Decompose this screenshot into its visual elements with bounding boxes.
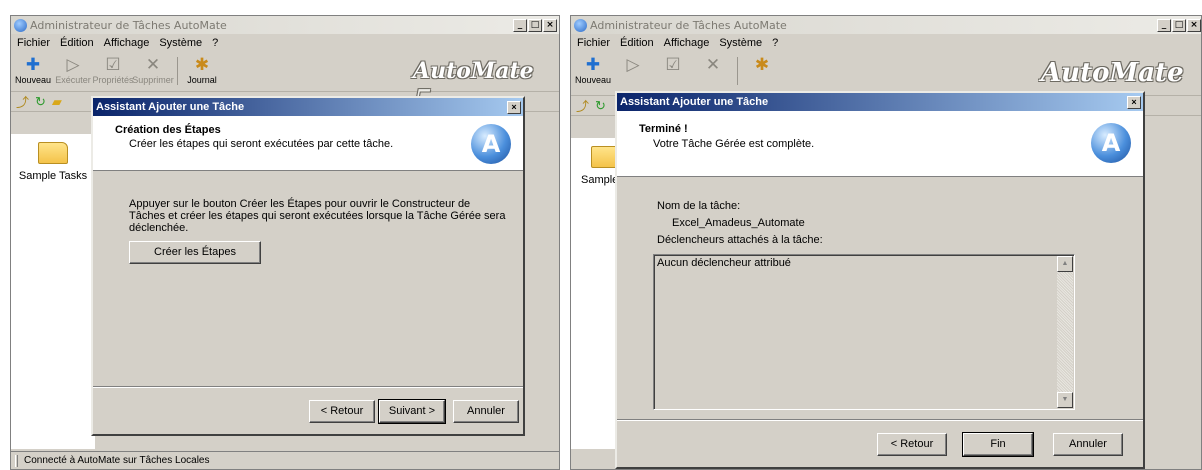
back-button[interactable]: < Retour [309,400,375,423]
triggers-list-item: Aucun déclencheur attribué [657,257,791,269]
right-dialog-title-bar[interactable]: Assistant Ajouter une Tâche × [617,93,1143,111]
properties-icon: ☑ [665,55,681,74]
toolbar-new-button[interactable]: ✚ Nouveau [13,55,53,85]
right-app-window: Administrateur de Tâches AutoMate _ □ × … [570,15,1202,470]
toolbar-new-button[interactable]: ✚ Nouveau [573,55,613,85]
toolbar-delete-button[interactable]: ✕ [693,55,733,75]
left-app-window: Administrateur de Tâches AutoMate _ □ × … [10,15,560,470]
maximize-button[interactable]: □ [528,18,542,32]
right-dialog-heading: Terminé ! [639,123,688,135]
cancel-button[interactable]: Annuler [453,400,519,423]
toolbar-journal-button[interactable]: ✱ [742,55,782,75]
close-button[interactable]: × [1187,18,1201,32]
left-dialog-header: Création des Étapes Créer les étapes qui… [93,116,523,171]
refresh-icon[interactable]: ↻ [595,98,606,114]
toolbar-run-button[interactable]: ▷ [613,55,653,75]
dialog-close-button[interactable]: × [1127,95,1141,109]
left-title-bar[interactable]: Administrateur de Tâches AutoMate _ □ × [11,16,559,34]
menu-help[interactable]: ? [212,37,218,49]
right-wizard-dialog: Assistant Ajouter une Tâche × Terminé ! … [615,91,1145,469]
next-button[interactable]: Suivant > [378,399,446,424]
maximize-button[interactable]: □ [1172,18,1186,32]
up-level-icon[interactable]: ⤴ [16,92,29,111]
menu-fichier[interactable]: Fichier [17,37,50,49]
left-dialog-body: Appuyer sur le bouton Créer les Étapes p… [129,198,506,234]
delete-icon: ✕ [705,55,721,74]
toolbar-properties-button[interactable]: ☑ [653,55,693,75]
run-icon: ▷ [66,55,80,74]
task-name-value: Excel_Amadeus_Automate [672,217,805,229]
menu-edition[interactable]: Édition [60,37,94,49]
right-dialog-footer: < Retour Fin Annuler [617,419,1143,467]
menu-help[interactable]: ? [772,37,778,49]
delete-icon: ✕ [145,55,161,74]
triggers-list[interactable]: Aucun déclencheur attribué ▲ ▼ [653,254,1075,410]
toolbar-journal-button[interactable]: ✱ Journal [182,55,222,85]
new-task-icon: ✚ [585,55,601,74]
right-dialog-header: Terminé ! Votre Tâche Gérée est complète… [617,111,1143,177]
tree-item-sample-tasks[interactable]: Sample Tasks [11,170,95,182]
status-grip [15,454,18,467]
journal-icon: ✱ [194,55,210,74]
journal-icon: ✱ [754,55,770,74]
left-dialog-title-bar[interactable]: Assistant Ajouter une Tâche × [93,98,523,116]
automate-a-icon: A [1091,123,1131,163]
status-text: Connecté à AutoMate sur Tâches Locales [24,455,210,466]
left-status-bar: Connecté à AutoMate sur Tâches Locales [11,451,559,469]
menu-systeme[interactable]: Système [159,37,202,49]
left-dialog-subheading: Créer les étapes qui seront exécutées pa… [129,138,394,150]
toolbar-properties-button[interactable]: ☑ Propriétés [92,55,133,85]
minimize-button[interactable]: _ [513,18,527,32]
toolbar-delete-button[interactable]: ✕ Supprimer [132,55,174,85]
toolbar-separator [737,57,738,85]
dialog-close-button[interactable]: × [507,100,521,114]
left-task-tree: Sample Tasks [11,134,95,449]
menu-edition[interactable]: Édition [620,37,654,49]
left-wizard-dialog: Assistant Ajouter une Tâche × Création d… [91,96,525,436]
run-icon: ▷ [626,55,640,74]
scroll-down-icon[interactable]: ▼ [1057,392,1073,408]
menu-fichier[interactable]: Fichier [577,37,610,49]
automate-app-icon [574,18,587,32]
minimize-button[interactable]: _ [1157,18,1171,32]
left-dialog-heading: Création des Étapes [115,124,221,136]
refresh-icon[interactable]: ↻ [35,94,46,110]
folder-new-icon[interactable]: ▰ [52,94,62,110]
new-task-icon: ✚ [25,55,41,74]
right-dialog-subheading: Votre Tâche Gérée est complète. [653,138,815,150]
right-window-title: Administrateur de Tâches AutoMate [590,18,787,32]
finish-button[interactable]: Fin [962,432,1034,457]
automate-a-icon: A [471,124,511,164]
triggers-scrollbar[interactable]: ▲ ▼ [1057,256,1073,408]
cancel-button[interactable]: Annuler [1053,433,1123,456]
task-name-label: Nom de la tâche: [657,200,741,212]
scroll-up-icon[interactable]: ▲ [1057,256,1073,272]
triggers-label: Déclencheurs attachés à la tâche: [657,234,823,246]
automate-app-icon [14,18,27,32]
folder-icon[interactable] [38,142,68,164]
left-window-title: Administrateur de Tâches AutoMate [30,18,227,32]
back-button[interactable]: < Retour [877,433,947,456]
toolbar-run-button[interactable]: ▷ Exécuter [53,55,93,85]
toolbar-separator [177,57,178,85]
menu-affichage[interactable]: Affichage [664,37,710,49]
right-menu-bar: Fichier Édition Affichage Système ? [571,34,1201,52]
up-level-icon[interactable]: ⤴ [576,96,589,115]
menu-systeme[interactable]: Système [719,37,762,49]
menu-affichage[interactable]: Affichage [104,37,150,49]
right-title-bar[interactable]: Administrateur de Tâches AutoMate _ □ × [571,16,1201,34]
properties-icon: ☑ [105,55,121,74]
left-menu-bar: Fichier Édition Affichage Système ? [11,34,559,52]
create-steps-button[interactable]: Créer les Étapes [129,241,261,264]
close-button[interactable]: × [543,18,557,32]
left-dialog-footer: < Retour Suivant > Annuler [93,386,523,434]
